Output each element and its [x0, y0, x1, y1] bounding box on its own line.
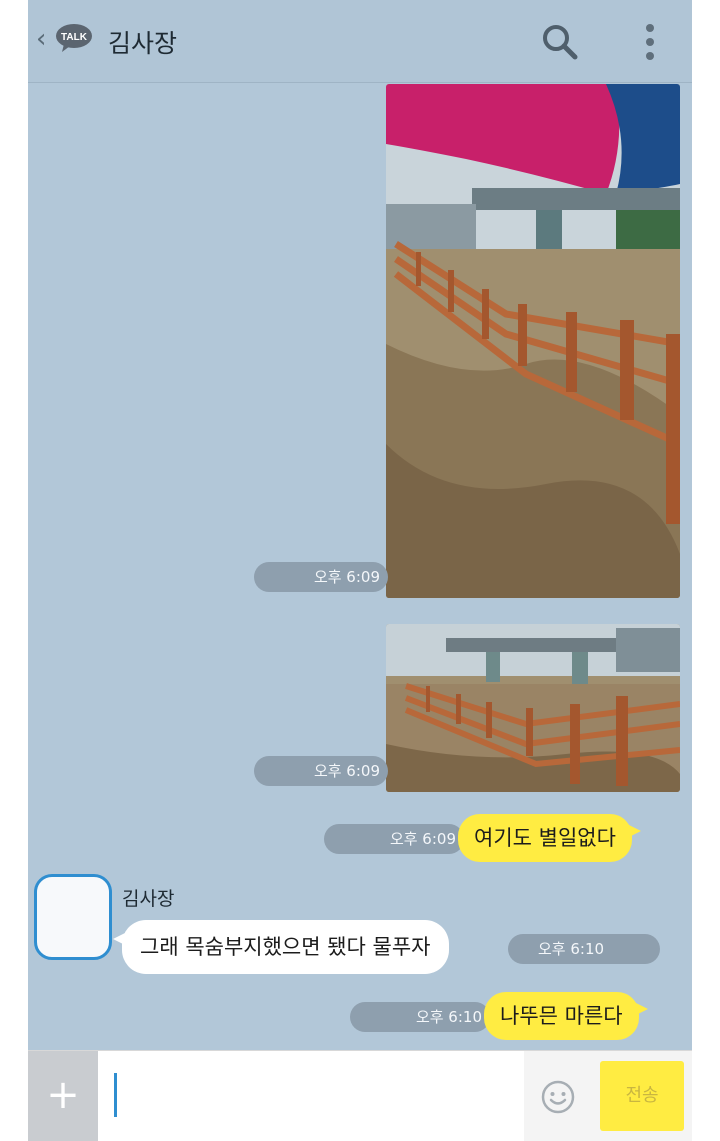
talk-badge-label: TALK	[61, 32, 88, 43]
send-button[interactable]: 전송	[600, 1061, 684, 1131]
message-input[interactable]	[98, 1051, 524, 1141]
sender-name: 김사장	[122, 888, 175, 910]
talk-icon[interactable]: TALK	[54, 22, 94, 54]
flood-photo-2	[386, 624, 680, 792]
chat-title: 김사장	[108, 29, 178, 58]
their-message-1[interactable]: 그래 목숨부지했으면 됐다 물푸자	[113, 920, 449, 974]
flood-photo-1	[386, 84, 680, 598]
chat-screen: ‹ TALK 김사장 오후 6:09 오후 6:09 오후 6:09 여기도 별…	[28, 0, 692, 1141]
more-vertical-icon[interactable]	[640, 20, 660, 64]
photo-message-1[interactable]	[386, 84, 680, 598]
chat-header: ‹ TALK 김사장	[28, 0, 692, 83]
back-chevron-icon[interactable]: ‹	[36, 24, 46, 54]
my-message-2[interactable]: 나뚜믄 마른다	[484, 992, 648, 1040]
avatar[interactable]	[34, 874, 112, 960]
msg2-timestamp: 오후 6:10	[508, 934, 660, 964]
plus-icon[interactable]: +	[28, 1051, 98, 1141]
msg3-timestamp: 오후 6:10	[350, 1002, 490, 1032]
emoji-icon[interactable]	[540, 1079, 576, 1115]
photo1-timestamp: 오후 6:09	[254, 562, 388, 592]
message-input-bar: + 전송	[28, 1050, 692, 1141]
search-icon[interactable]	[540, 22, 580, 62]
photo-message-2[interactable]	[386, 624, 680, 792]
my-message-1[interactable]: 여기도 별일없다	[458, 814, 641, 862]
photo2-timestamp: 오후 6:09	[254, 756, 388, 786]
msg1-timestamp: 오후 6:09	[324, 824, 464, 854]
text-cursor	[114, 1073, 117, 1117]
